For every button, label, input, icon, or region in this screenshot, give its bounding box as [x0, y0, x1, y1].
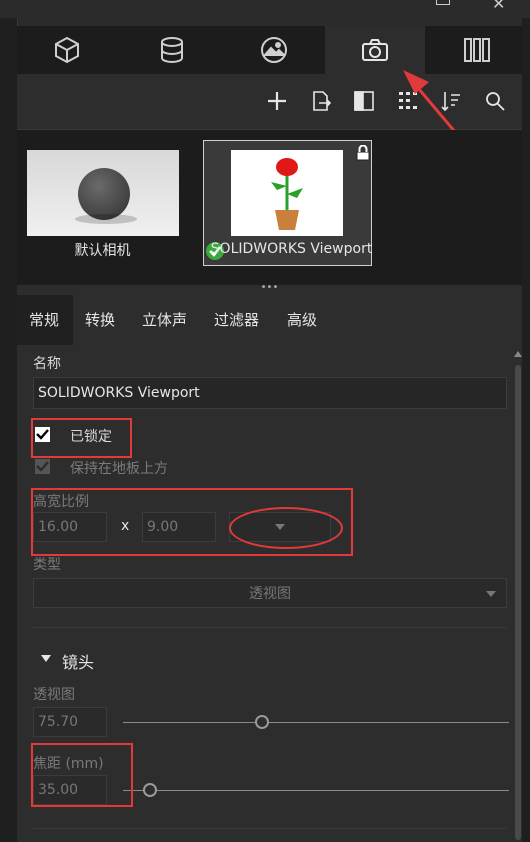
- tab-stereo[interactable]: 立体声: [142, 295, 187, 345]
- focal-slider-track[interactable]: [123, 790, 509, 791]
- cube-icon: [55, 36, 79, 64]
- restore-icon[interactable]: [436, 0, 450, 5]
- right-dock-strip: [522, 18, 530, 842]
- check-icon: [36, 461, 49, 472]
- export-icon: [313, 91, 332, 111]
- cylinder-icon: [161, 37, 183, 63]
- lock-icon: [356, 144, 370, 165]
- tab-model[interactable]: [17, 26, 117, 74]
- close-icon[interactable]: ✕: [492, 0, 505, 13]
- sphere-image: [78, 168, 130, 220]
- perspective-slider-track[interactable]: [123, 722, 509, 723]
- annotation-box-locked: [31, 418, 132, 458]
- tab-materials[interactable]: [122, 26, 222, 74]
- scroll-up-icon[interactable]: [514, 351, 522, 357]
- lens-section-title[interactable]: 镜头: [62, 649, 94, 673]
- panel-splitter[interactable]: •••: [17, 283, 522, 295]
- camera-thumb-default[interactable]: 默认相机: [19, 142, 186, 262]
- perspective-slider-knob[interactable]: [254, 715, 269, 729]
- rose-image: [271, 158, 303, 230]
- split-view-icon: [354, 91, 374, 111]
- section-divider: [33, 627, 507, 628]
- plus-icon: [268, 92, 286, 110]
- default-camera-preview: [27, 150, 179, 236]
- split-view-button[interactable]: [351, 88, 377, 114]
- thumb-label: SOLIDWORKS Viewport: [210, 241, 373, 257]
- perspective-label: 透视图: [33, 687, 75, 703]
- annotation-ellipse-preset: [229, 507, 343, 549]
- property-tabs: 常规 转换 立体声 过滤器 高级: [17, 295, 522, 346]
- camera-list: 默认相机 SOLIDWORKS Viewport: [17, 130, 522, 285]
- tab-advanced[interactable]: 高级: [287, 295, 317, 345]
- camera-thumb-viewport[interactable]: SOLIDWORKS Viewport: [203, 140, 372, 266]
- type-dropdown-value: 透视图: [249, 586, 291, 602]
- title-strip: ✕: [0, 0, 530, 18]
- perspective-input[interactable]: 75.70: [33, 707, 107, 737]
- collapse-lens-icon[interactable]: [41, 655, 51, 662]
- scrollbar-thumb[interactable]: [515, 365, 521, 840]
- type-dropdown[interactable]: 透视图: [33, 578, 507, 608]
- dropdown-arrow-icon: [486, 591, 496, 597]
- thumb-label: 默认相机: [74, 243, 131, 259]
- viewport-camera-preview: [231, 150, 343, 236]
- camera-name-input[interactable]: SOLIDWORKS Viewport: [33, 377, 507, 409]
- export-button[interactable]: [308, 88, 334, 114]
- add-camera-button[interactable]: [264, 88, 290, 114]
- tab-filters[interactable]: 过滤器: [214, 295, 259, 345]
- type-label: 类型: [33, 557, 61, 573]
- camera-icon: [362, 39, 388, 61]
- section-divider: [33, 828, 507, 829]
- tab-general[interactable]: 常规: [17, 295, 73, 345]
- landscape-icon: [261, 37, 287, 63]
- name-label: 名称: [33, 356, 61, 372]
- annotation-box-focal: [31, 743, 133, 807]
- tab-transform[interactable]: 转换: [85, 295, 115, 345]
- left-dock-strip: [0, 18, 18, 842]
- keep-above-floor-label: 保持在地板上方: [70, 461, 168, 477]
- sphere-shadow: [75, 214, 137, 224]
- tab-environment[interactable]: [224, 26, 324, 74]
- focal-slider-knob[interactable]: [143, 783, 158, 797]
- keep-above-floor-checkbox[interactable]: [35, 459, 50, 474]
